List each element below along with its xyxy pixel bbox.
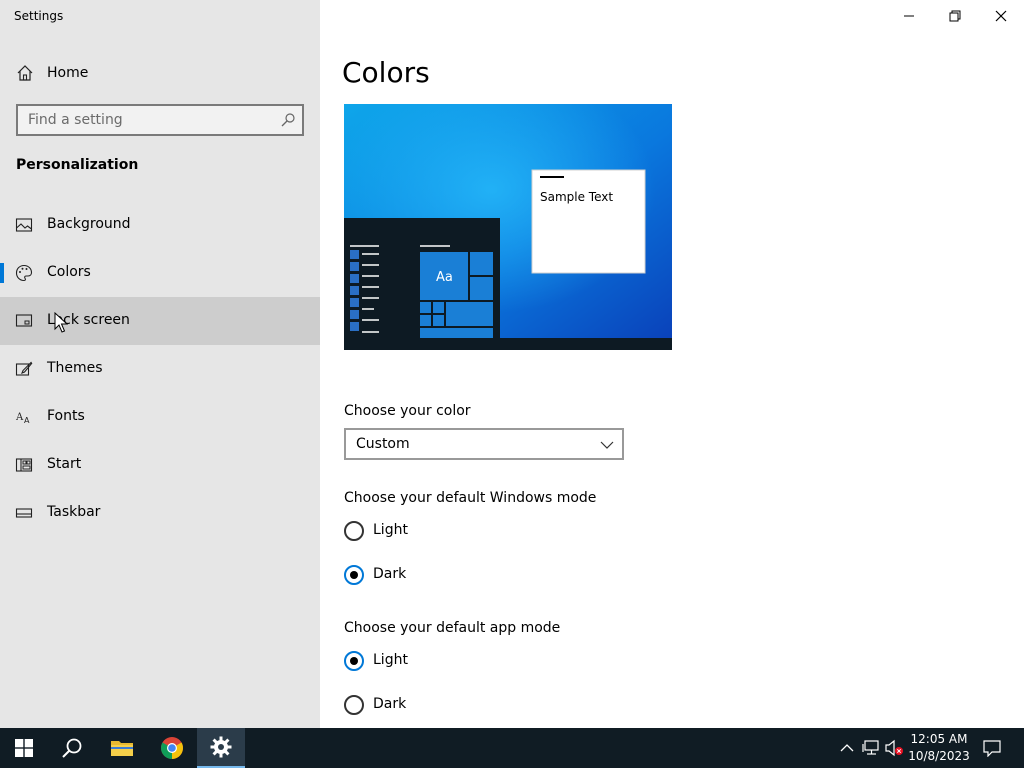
page-title: Colors <box>342 56 430 89</box>
app-mode-label: Choose your default app mode <box>344 620 561 636</box>
svg-text:A: A <box>24 416 30 425</box>
home-label: Home <box>47 65 89 81</box>
search-icon[interactable] <box>280 112 296 128</box>
mouse-cursor-icon <box>54 312 68 333</box>
palette-icon <box>15 264 33 282</box>
show-hidden-icons-button[interactable] <box>837 738 857 758</box>
search-icon <box>62 738 82 758</box>
color-dropdown-value: Custom <box>356 436 410 452</box>
radio-circle[interactable] <box>344 695 364 715</box>
radio-label: Dark <box>373 566 407 582</box>
chevron-up-icon <box>840 744 854 752</box>
section-title: Personalization <box>16 157 139 173</box>
sidebar-item-themes[interactable]: Themes <box>0 345 320 393</box>
chevron-down-icon <box>600 441 614 449</box>
settings-taskbar-button[interactable] <box>197 728 245 768</box>
notification-icon <box>983 740 1001 757</box>
selection-indicator <box>0 263 4 283</box>
lock-screen-icon <box>15 314 33 327</box>
desktop-preview-image <box>344 104 672 350</box>
brush-icon <box>15 361 33 376</box>
sidebar-item-label: Themes <box>47 360 103 376</box>
chrome-icon <box>161 737 183 759</box>
radio-label: Light <box>373 522 408 538</box>
app-mode-light-radio[interactable]: Light <box>344 649 544 673</box>
sidebar-item-background[interactable]: Background <box>0 201 320 249</box>
app-mode-dark-radio[interactable]: Dark <box>344 693 544 717</box>
speaker-muted-icon <box>885 739 903 757</box>
network-icon <box>862 740 879 755</box>
gear-icon <box>210 736 232 758</box>
network-button[interactable] <box>861 738 881 758</box>
color-dropdown[interactable]: Custom <box>344 428 624 460</box>
sidebar-item-fonts[interactable]: A A Fonts <box>0 393 320 441</box>
search-placeholder: Find a setting <box>28 112 123 128</box>
clock[interactable]: 12:05 AM 10/8/2023 <box>906 731 972 765</box>
sidebar-item-label: Start <box>47 456 82 472</box>
volume-button[interactable] <box>884 738 904 758</box>
sidebar-item-taskbar[interactable]: Taskbar <box>0 489 320 537</box>
color-preview: Aa Sample Text <box>344 104 672 350</box>
preview-sample-text: Sample Text <box>540 190 614 204</box>
windows-mode-light-radio[interactable]: Light <box>344 519 544 543</box>
windows-logo-icon <box>15 739 33 757</box>
start-button[interactable] <box>0 728 48 768</box>
file-explorer-button[interactable] <box>98 728 146 768</box>
preview-tile-text: Aa <box>436 270 453 285</box>
radio-circle[interactable] <box>344 565 364 585</box>
chrome-button[interactable] <box>148 728 196 768</box>
sidebar-item-label: Fonts <box>47 408 85 424</box>
sidebar-item-label: Taskbar <box>47 504 101 520</box>
search-input[interactable]: Find a setting <box>16 104 304 136</box>
restore-button[interactable] <box>932 0 978 32</box>
choose-color-label: Choose your color <box>344 403 471 419</box>
home-icon <box>17 65 33 81</box>
radio-label: Light <box>373 652 408 668</box>
close-button[interactable] <box>978 0 1024 32</box>
start-layout-icon <box>15 458 33 472</box>
clock-date: 10/8/2023 <box>908 749 970 763</box>
clock-time: 12:05 AM <box>910 732 968 746</box>
minimize-icon <box>904 15 914 17</box>
picture-icon <box>15 218 33 232</box>
sidebar-item-colors[interactable]: Colors <box>0 249 320 297</box>
sidebar-item-start[interactable]: Start <box>0 441 320 489</box>
fonts-icon: A A <box>15 412 30 425</box>
action-center-button[interactable] <box>982 738 1002 758</box>
home-nav-item[interactable]: Home <box>0 54 320 92</box>
app-title: Settings <box>14 9 64 23</box>
sidebar-item-label: Colors <box>47 264 91 280</box>
search-taskbar-button[interactable] <box>48 728 96 768</box>
sidebar: Settings Home Find a setting Personaliza… <box>0 0 320 728</box>
radio-circle[interactable] <box>344 651 364 671</box>
taskbar: 12:05 AM 10/8/2023 <box>0 728 1024 768</box>
windows-mode-label: Choose your default Windows mode <box>344 490 597 506</box>
sidebar-item-lock-screen[interactable]: Lock screen <box>0 297 320 345</box>
svg-text:A: A <box>15 412 24 423</box>
windows-mode-dark-radio[interactable]: Dark <box>344 563 544 587</box>
radio-circle[interactable] <box>344 521 364 541</box>
radio-label: Dark <box>373 696 407 712</box>
restore-icon <box>949 10 961 22</box>
minimize-button[interactable] <box>886 0 932 32</box>
close-icon <box>995 10 1007 22</box>
taskbar-icon <box>15 508 33 518</box>
folder-icon <box>111 741 133 756</box>
sidebar-item-label: Background <box>47 216 131 232</box>
